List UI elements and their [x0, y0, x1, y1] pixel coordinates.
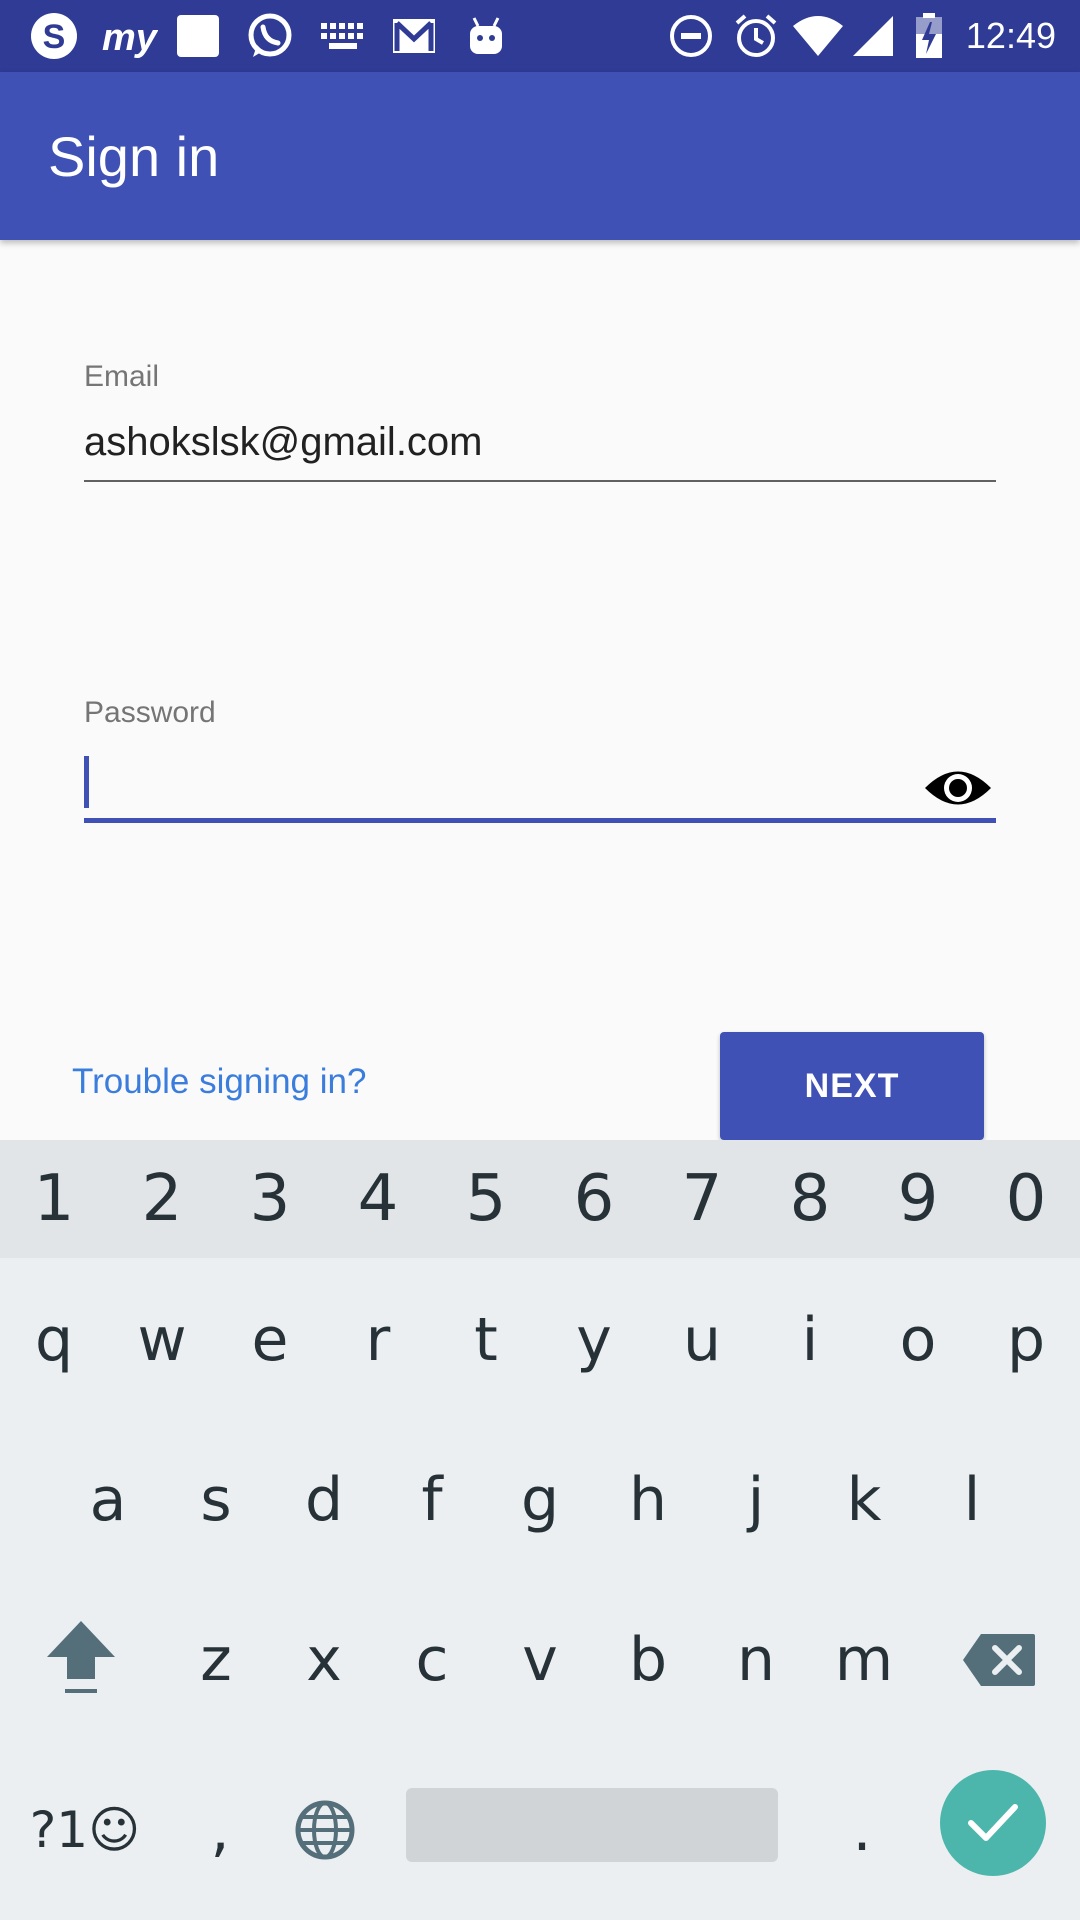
android-robot-icon: [464, 14, 508, 58]
space-key[interactable]: [406, 1788, 778, 1862]
key-0[interactable]: 0: [972, 1140, 1080, 1258]
cell-signal-icon: [850, 14, 896, 58]
key-b[interactable]: b: [594, 1580, 702, 1740]
key-j[interactable]: j: [702, 1420, 810, 1580]
key-t[interactable]: t: [432, 1260, 540, 1420]
key-5[interactable]: 5: [432, 1140, 540, 1258]
key-r[interactable]: r: [324, 1260, 432, 1420]
key-i[interactable]: i: [756, 1260, 864, 1420]
symbols-key[interactable]: ?1☺: [0, 1740, 170, 1920]
key-s[interactable]: s: [162, 1420, 270, 1580]
checkmark-icon: [968, 1804, 1018, 1841]
myntra-icon: my: [100, 14, 158, 58]
alarm-icon: [732, 14, 780, 58]
key-2[interactable]: 2: [108, 1140, 216, 1258]
svg-text:my: my: [102, 17, 158, 58]
square-notification-icon: [174, 14, 222, 58]
key-v[interactable]: v: [486, 1580, 594, 1740]
key-n[interactable]: n: [702, 1580, 810, 1740]
keyboard-row-a: a s d f g h j k l: [0, 1420, 1080, 1580]
password-underline: [84, 818, 996, 823]
key-u[interactable]: u: [648, 1260, 756, 1420]
email-underline: [84, 480, 996, 482]
wifi-icon: [790, 14, 846, 58]
key-d[interactable]: d: [270, 1420, 378, 1580]
text-cursor: [84, 756, 89, 808]
key-3[interactable]: 3: [216, 1140, 324, 1258]
key-4[interactable]: 4: [324, 1140, 432, 1258]
key-f[interactable]: f: [378, 1420, 486, 1580]
email-label: Email: [84, 360, 160, 393]
status-time: 12:49: [965, 15, 1056, 56]
number-row: 1 2 3 4 5 6 7 8 9 0: [0, 1140, 1080, 1258]
key-g[interactable]: g: [486, 1420, 594, 1580]
key-h[interactable]: h: [594, 1420, 702, 1580]
svg-text:S: S: [43, 18, 66, 56]
eye-icon: [925, 771, 991, 805]
key-8[interactable]: 8: [756, 1140, 864, 1258]
password-field[interactable]: [84, 748, 996, 822]
whatsapp-icon: [244, 13, 296, 58]
battery-icon: [912, 13, 946, 58]
enter-key[interactable]: [940, 1770, 1046, 1876]
key-a[interactable]: a: [54, 1420, 162, 1580]
globe-icon: [295, 1800, 355, 1860]
key-7[interactable]: 7: [648, 1140, 756, 1258]
key-1[interactable]: 1: [0, 1140, 108, 1258]
keyboard-row-q: q w e r t y u i o p: [0, 1260, 1080, 1420]
do-not-disturb-icon: [668, 14, 714, 58]
key-q[interactable]: q: [0, 1260, 108, 1420]
key-y[interactable]: y: [540, 1260, 648, 1420]
keyboard-icon: [318, 14, 368, 58]
key-e[interactable]: e: [216, 1260, 324, 1420]
key-k[interactable]: k: [810, 1420, 918, 1580]
key-l[interactable]: l: [918, 1420, 1026, 1580]
shift-arrow-icon: [47, 1621, 115, 1693]
keyboard-row-z: z x c v b n m: [0, 1580, 1080, 1740]
shift-key[interactable]: [0, 1580, 162, 1740]
password-label: Password: [84, 696, 216, 729]
backspace-icon: [963, 1634, 1035, 1686]
email-field[interactable]: ashokslsk@gmail.com: [84, 420, 483, 465]
language-key[interactable]: [270, 1740, 380, 1920]
period-key[interactable]: .: [812, 1740, 912, 1920]
key-z[interactable]: z: [162, 1580, 270, 1740]
comma-key[interactable]: ,: [170, 1740, 270, 1920]
gmail-icon: [390, 14, 438, 58]
show-password-toggle[interactable]: [920, 752, 996, 824]
skype-icon: S: [26, 13, 82, 59]
key-c[interactable]: c: [378, 1580, 486, 1740]
key-x[interactable]: x: [270, 1580, 378, 1740]
key-w[interactable]: w: [108, 1260, 216, 1420]
app-bar: Sign in: [0, 72, 1080, 240]
key-o[interactable]: o: [864, 1260, 972, 1420]
keyboard: 1 2 3 4 5 6 7 8 9 0 q w e r t y u i o p …: [0, 1140, 1080, 1920]
trouble-signing-in-link[interactable]: Trouble signing in?: [72, 1062, 366, 1102]
next-button[interactable]: NEXT: [720, 1032, 984, 1140]
key-p[interactable]: p: [972, 1260, 1080, 1420]
backspace-key[interactable]: [918, 1580, 1080, 1740]
key-9[interactable]: 9: [864, 1140, 972, 1258]
page-title: Sign in: [48, 125, 220, 188]
key-m[interactable]: m: [810, 1580, 918, 1740]
key-6[interactable]: 6: [540, 1140, 648, 1258]
status-bar: S my 12:49: [0, 0, 1080, 72]
